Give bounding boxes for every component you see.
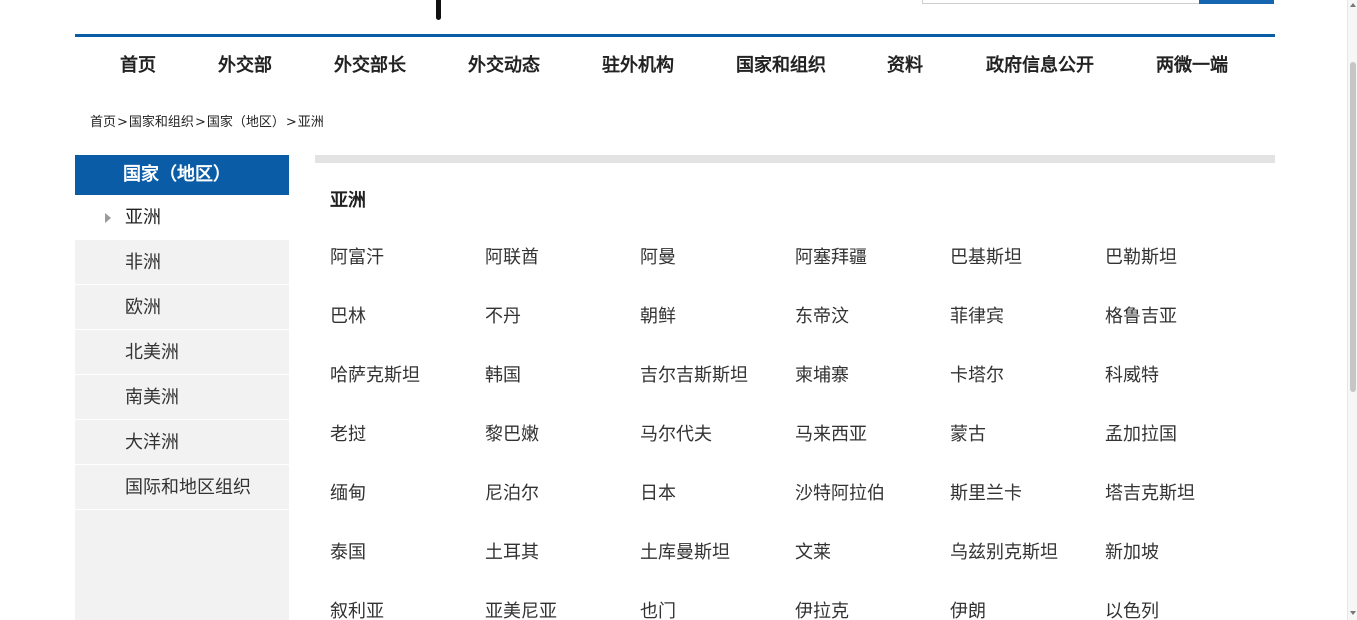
country-link[interactable]: 也门: [640, 597, 676, 620]
scrollbar-thumb[interactable]: [1350, 62, 1356, 392]
search-button[interactable]: [1199, 0, 1274, 4]
country-link[interactable]: 沙特阿拉伯: [795, 479, 885, 505]
breadcrumb-separator: >: [285, 115, 297, 130]
country-link[interactable]: 亚美尼亚: [485, 597, 557, 620]
country-link[interactable]: 乌兹别克斯坦: [950, 538, 1058, 564]
country-link[interactable]: 阿联酋: [485, 243, 539, 269]
country-link[interactable]: 朝鲜: [640, 302, 676, 328]
breadcrumb-separator: >: [117, 115, 128, 130]
sidebar-title: 国家（地区）: [75, 155, 289, 195]
country-link[interactable]: 老挝: [330, 420, 366, 446]
country-link[interactable]: 格鲁吉亚: [1105, 302, 1177, 328]
sidebar-item-asia[interactable]: 亚洲: [75, 195, 289, 240]
sidebar: 国家（地区） 亚洲 非洲 欧洲 北美洲 南美洲 大洋洲 国际和地区组织: [75, 155, 289, 620]
caret-right-icon: [105, 213, 111, 223]
sidebar-list: 亚洲 非洲 欧洲 北美洲 南美洲 大洋洲 国际和地区组织: [75, 195, 289, 510]
country-link[interactable]: 泰国: [330, 538, 366, 564]
sidebar-item-north-america[interactable]: 北美洲: [75, 330, 289, 375]
country-link[interactable]: 马尔代夫: [640, 420, 712, 446]
country-link[interactable]: 阿曼: [640, 243, 676, 269]
nav-item-ministry[interactable]: 外交部: [218, 51, 272, 77]
breadcrumb-home[interactable]: 首页: [90, 115, 116, 130]
country-link[interactable]: 马来西亚: [795, 420, 867, 446]
country-link[interactable]: 吉尔吉斯斯坦: [640, 361, 748, 387]
sidebar-item-label: 欧洲: [125, 297, 161, 318]
country-link[interactable]: 巴林: [330, 302, 366, 328]
page: 首页 外交部 外交部长 外交动态 驻外机构 国家和组织 资料 政府信息公开 两微…: [0, 0, 1357, 620]
section-title: 亚洲: [330, 190, 366, 211]
breadcrumb-countries-regions[interactable]: 国家（地区）: [207, 115, 285, 130]
search-input[interactable]: [922, 0, 1200, 4]
sidebar-item-south-america[interactable]: 南美洲: [75, 375, 289, 420]
country-link[interactable]: 斯里兰卡: [950, 479, 1022, 505]
country-link[interactable]: 孟加拉国: [1105, 420, 1177, 446]
nav-item-missions-abroad[interactable]: 驻外机构: [602, 51, 674, 77]
country-link[interactable]: 蒙古: [950, 420, 986, 446]
nav-item-resources[interactable]: 资料: [887, 51, 923, 77]
country-link[interactable]: 叙利亚: [330, 597, 384, 620]
country-link[interactable]: 阿塞拜疆: [795, 243, 867, 269]
vertical-scrollbar[interactable]: [1347, 0, 1357, 620]
country-link[interactable]: 缅甸: [330, 479, 366, 505]
sidebar-item-label: 非洲: [125, 252, 161, 273]
country-link[interactable]: 尼泊尔: [485, 479, 539, 505]
header-top-strip: [0, 0, 1357, 34]
country-link[interactable]: 韩国: [485, 361, 521, 387]
country-link[interactable]: 土耳其: [485, 538, 539, 564]
country-link[interactable]: 伊朗: [950, 597, 986, 620]
nav-item-countries-organizations[interactable]: 国家和组织: [736, 51, 826, 77]
country-link[interactable]: 卡塔尔: [950, 361, 1004, 387]
arrow-down-icon[interactable]: [1350, 611, 1356, 615]
sidebar-item-africa[interactable]: 非洲: [75, 240, 289, 285]
country-link[interactable]: 土库曼斯坦: [640, 538, 730, 564]
breadcrumb-separator: >: [194, 115, 206, 130]
content-panel: 亚洲 阿富汗 阿联酋 阿曼 阿塞拜疆 巴基斯坦 巴勒斯坦巴林 不丹 朝鲜 东帝汶 菲律宾 格鲁吉亚哈…: [315, 155, 1275, 620]
country-link[interactable]: 阿富汗: [330, 243, 384, 269]
sidebar-item-europe[interactable]: 欧洲: [75, 285, 289, 330]
sidebar-item-label: 大洋洲: [125, 432, 179, 453]
sidebar-item-label: 亚洲: [125, 207, 161, 228]
nav-item-minister[interactable]: 外交部长: [334, 51, 406, 77]
country-link[interactable]: 哈萨克斯坦: [330, 361, 420, 387]
country-link[interactable]: 柬埔寨: [795, 361, 849, 387]
country-link[interactable]: 巴基斯坦: [950, 243, 1022, 269]
arrow-up-icon[interactable]: [1350, 3, 1356, 7]
logo-icon: [436, 0, 441, 20]
nav-item-government-info[interactable]: 政府信息公开: [986, 51, 1094, 77]
sidebar-item-label: 国际和地区组织: [125, 477, 251, 498]
country-link[interactable]: 新加坡: [1105, 538, 1159, 564]
country-link[interactable]: 东帝汶: [795, 302, 849, 328]
breadcrumb-asia[interactable]: 亚洲: [298, 115, 324, 130]
country-link[interactable]: 巴勒斯坦: [1105, 243, 1177, 269]
sidebar-item-international-organizations[interactable]: 国际和地区组织: [75, 465, 289, 510]
country-link[interactable]: 菲律宾: [950, 302, 1004, 328]
nav-item-social-media[interactable]: 两微一端: [1156, 51, 1228, 77]
main-nav-list: 首页 外交部 外交部长 外交动态 驻外机构 国家和组织 资料 政府信息公开 两微…: [75, 37, 1275, 90]
country-link[interactable]: 塔吉克斯坦: [1105, 479, 1195, 505]
country-link[interactable]: 以色列: [1105, 597, 1159, 620]
main-nav: 首页 外交部 外交部长 外交动态 驻外机构 国家和组织 资料 政府信息公开 两微…: [75, 34, 1275, 90]
sidebar-item-oceania[interactable]: 大洋洲: [75, 420, 289, 465]
country-link[interactable]: 日本: [640, 479, 676, 505]
nav-item-home[interactable]: 首页: [120, 51, 156, 77]
content-divider: [315, 155, 1275, 163]
nav-item-diplomatic-news[interactable]: 外交动态: [468, 51, 540, 77]
country-link[interactable]: 黎巴嫩: [485, 420, 539, 446]
country-link[interactable]: 文莱: [795, 538, 831, 564]
sidebar-item-label: 南美洲: [125, 387, 179, 408]
breadcrumb-countries-organizations[interactable]: 国家和组织: [129, 115, 194, 130]
country-link[interactable]: 科威特: [1105, 361, 1159, 387]
breadcrumb: 首页>国家和组织>国家（地区）>亚洲: [90, 111, 324, 130]
sidebar-item-label: 北美洲: [125, 342, 179, 363]
country-link[interactable]: 伊拉克: [795, 597, 849, 620]
country-link[interactable]: 不丹: [485, 302, 521, 328]
